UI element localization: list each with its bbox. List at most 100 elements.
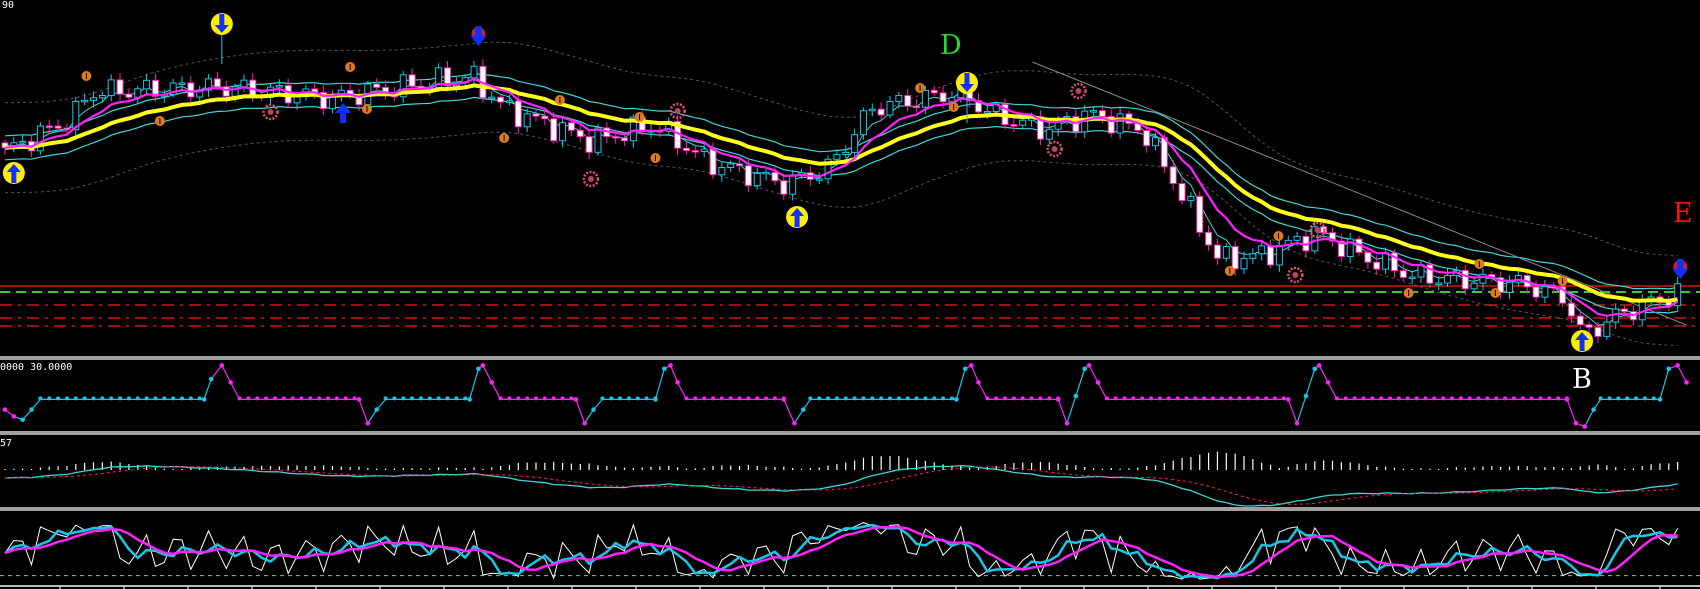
bull-candle — [1187, 195, 1195, 202]
bull-candle — [293, 96, 301, 104]
step-oscillator-segment — [230, 382, 241, 400]
step-oscillator-dot — [534, 396, 538, 401]
step-oscillator-dot — [1511, 396, 1516, 401]
step-oscillator-dot — [1073, 393, 1079, 399]
step-oscillator-dot — [1219, 396, 1224, 401]
step-oscillator-segment — [221, 365, 232, 383]
bull-candle — [833, 153, 841, 160]
annotation-b: B — [1572, 364, 1592, 395]
step-oscillator-dot — [1011, 396, 1016, 401]
bull-candle — [275, 85, 283, 88]
step-oscillator-dot — [569, 396, 574, 401]
trading-chart[interactable]: 90 0000 30.0000 57 D E B — [0, 0, 1700, 589]
step-oscillator-segment — [970, 365, 980, 383]
step-oscillator-dot — [675, 380, 680, 385]
bull-candle — [488, 96, 496, 100]
bear-candle — [1532, 286, 1540, 298]
bear-candle — [1373, 261, 1381, 270]
step-oscillator-dot — [47, 396, 52, 401]
bear-candle — [125, 93, 133, 98]
step-oscillator-dot — [1538, 396, 1543, 401]
bear-candle — [213, 78, 221, 88]
bull-candle — [505, 100, 513, 103]
step-oscillator-dot — [746, 396, 751, 401]
step-oscillator-dot — [896, 396, 901, 401]
step-oscillator-dot — [343, 396, 348, 401]
step-oscillator-segment — [1287, 399, 1298, 424]
bull-candle — [1444, 274, 1452, 284]
step-oscillator-segment — [1088, 365, 1099, 383]
step-oscillator-dot — [994, 396, 999, 401]
step-oscillator-dot — [1038, 396, 1043, 401]
step-oscillator-dot — [834, 396, 839, 401]
step-oscillator-segment — [783, 399, 795, 424]
step-oscillator-dot — [1556, 396, 1561, 401]
step-oscillator-dot — [1202, 396, 1207, 401]
panel3-scale-label: 57 — [0, 438, 13, 449]
step-oscillator-dot — [941, 396, 946, 401]
step-oscillator-segment — [1318, 365, 1329, 383]
chart-canvas[interactable] — [0, 0, 1700, 589]
step-oscillator-dot — [197, 396, 202, 401]
bear-candle — [514, 100, 522, 128]
step-oscillator-dot — [1634, 396, 1639, 401]
step-oscillator-dot — [1520, 396, 1525, 401]
step-oscillator-segment — [367, 409, 378, 424]
step-oscillator-dot — [56, 396, 61, 401]
bull-candle — [700, 148, 708, 152]
bull-candle — [1019, 119, 1027, 126]
bear-candle — [1567, 302, 1575, 317]
step-oscillator-dot — [153, 396, 158, 401]
bull-candle — [753, 172, 761, 187]
bear-candle — [497, 96, 505, 103]
step-oscillator-dot — [1651, 396, 1656, 401]
bull-candle — [868, 108, 876, 112]
step-oscillator-dot — [772, 396, 777, 401]
step-oscillator-dot — [1485, 396, 1490, 401]
bear-candle — [373, 83, 381, 88]
arrow-up-icon — [335, 103, 352, 123]
step-oscillator-dot — [64, 396, 69, 401]
step-oscillator-dot — [454, 396, 459, 401]
step-oscillator-dot — [1140, 396, 1145, 401]
bear-candle — [736, 163, 744, 167]
step-oscillator-segment — [955, 368, 966, 400]
bull-candle — [1603, 321, 1611, 337]
bull-candle — [895, 94, 903, 103]
pink-gear-center — [1292, 272, 1299, 278]
step-oscillator-dot — [38, 396, 43, 401]
bull-candle — [789, 174, 797, 195]
step-oscillator-dot — [693, 396, 698, 401]
step-oscillator-segment — [491, 382, 502, 400]
step-oscillator-dot — [1352, 396, 1357, 401]
bear-candle — [1010, 124, 1018, 127]
step-oscillator-dot — [525, 396, 530, 401]
step-oscillator-dot — [20, 417, 26, 423]
bull-candle — [762, 171, 770, 175]
step-oscillator-segment — [793, 409, 804, 424]
step-oscillator-dot — [826, 396, 831, 401]
step-oscillator-dot — [91, 396, 96, 401]
step-oscillator-dot — [1312, 366, 1318, 372]
step-oscillator-segment — [469, 368, 480, 400]
step-oscillator-dot — [1582, 424, 1588, 429]
step-oscillator-dot — [392, 396, 397, 401]
bear-candle — [709, 148, 717, 176]
step-oscillator-dot — [870, 396, 875, 401]
step-oscillator-dot — [1325, 380, 1331, 385]
step-oscillator-dot — [100, 396, 105, 401]
step-oscillator-dot — [653, 397, 658, 402]
bear-candle — [771, 171, 779, 182]
bull-candle — [718, 166, 726, 176]
step-oscillator-segment — [977, 382, 988, 400]
step-oscillator-dot — [644, 396, 649, 401]
step-oscillator-dot — [932, 396, 937, 401]
step-oscillator-dot — [1467, 396, 1472, 401]
bear-candle — [1196, 195, 1204, 233]
bear-candle — [408, 74, 416, 87]
step-oscillator-dot — [1184, 396, 1189, 401]
step-oscillator-dot — [201, 397, 207, 402]
step-oscillator-segment — [1566, 399, 1577, 424]
bear-candle — [1594, 326, 1602, 337]
step-oscillator-dot — [764, 396, 769, 401]
